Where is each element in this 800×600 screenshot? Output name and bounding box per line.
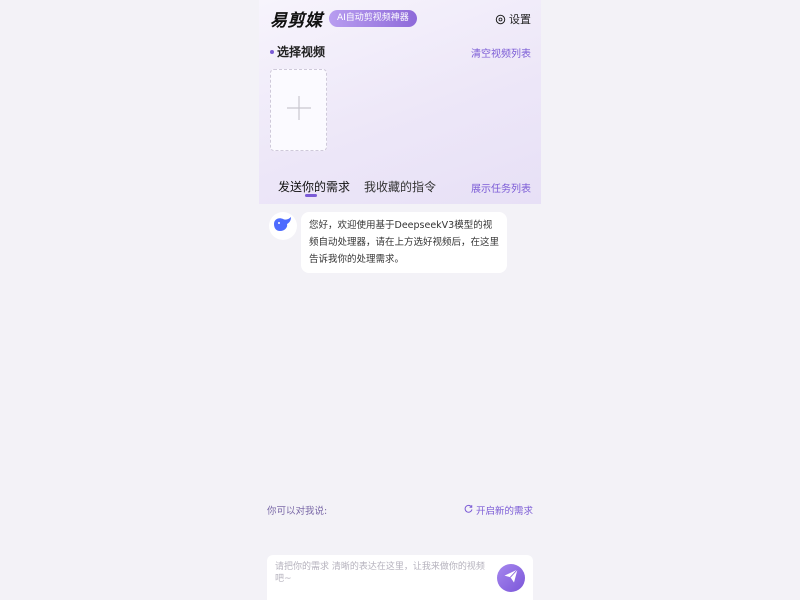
refresh-icon [464,504,473,516]
request-input[interactable] [275,561,489,593]
screen-background: 易剪媒 AI自动剪视频神器 设置 选择视频 清空视频列表 发送你的需求 我收藏的… [0,0,800,600]
plus-icon [285,94,313,126]
assistant-message-bubble: 您好，欢迎使用基于DeepseekV3模型的视频自动处理器，请在上方选好视频后，… [301,212,507,273]
show-task-list-link[interactable]: 展示任务列表 [471,180,531,195]
settings-label: 设置 [509,13,531,26]
active-tab-indicator [305,194,317,197]
suggestion-label: 你可以对我说: [267,506,328,517]
tab-bar: 发送你的需求 我收藏的指令 展示任务列表 [259,172,541,204]
app-window: 易剪媒 AI自动剪视频神器 设置 选择视频 清空视频列表 发送你的需求 我收藏的… [259,0,541,600]
tab-send-request[interactable]: 发送你的需求 [278,178,350,195]
select-video-heading: 选择视频 [270,43,325,60]
app-tagline-badge: AI自动剪视频神器 [329,10,417,27]
whale-logo-icon [272,215,294,237]
brand-logo: 易剪媒 [270,11,323,31]
send-button[interactable] [497,564,525,592]
bullet-dot-icon [270,49,274,54]
select-video-title: 选择视频 [277,45,326,59]
add-video-button[interactable] [270,69,327,151]
suggestion-row: 你可以对我说: 开启新的需求 [267,503,533,517]
settings-button[interactable]: 设置 [495,11,531,27]
new-request-label: 开启新的需求 [475,506,533,517]
new-request-button[interactable]: 开启新的需求 [464,503,533,517]
gear-icon [495,14,506,25]
app-header: 易剪媒 AI自动剪视频神器 设置 [259,0,541,38]
paper-plane-icon [503,568,519,588]
assistant-avatar [269,212,297,240]
message-composer [267,555,533,600]
tab-saved-commands[interactable]: 我收藏的指令 [364,178,436,195]
clear-video-list-link[interactable]: 清空视频列表 [471,45,531,60]
